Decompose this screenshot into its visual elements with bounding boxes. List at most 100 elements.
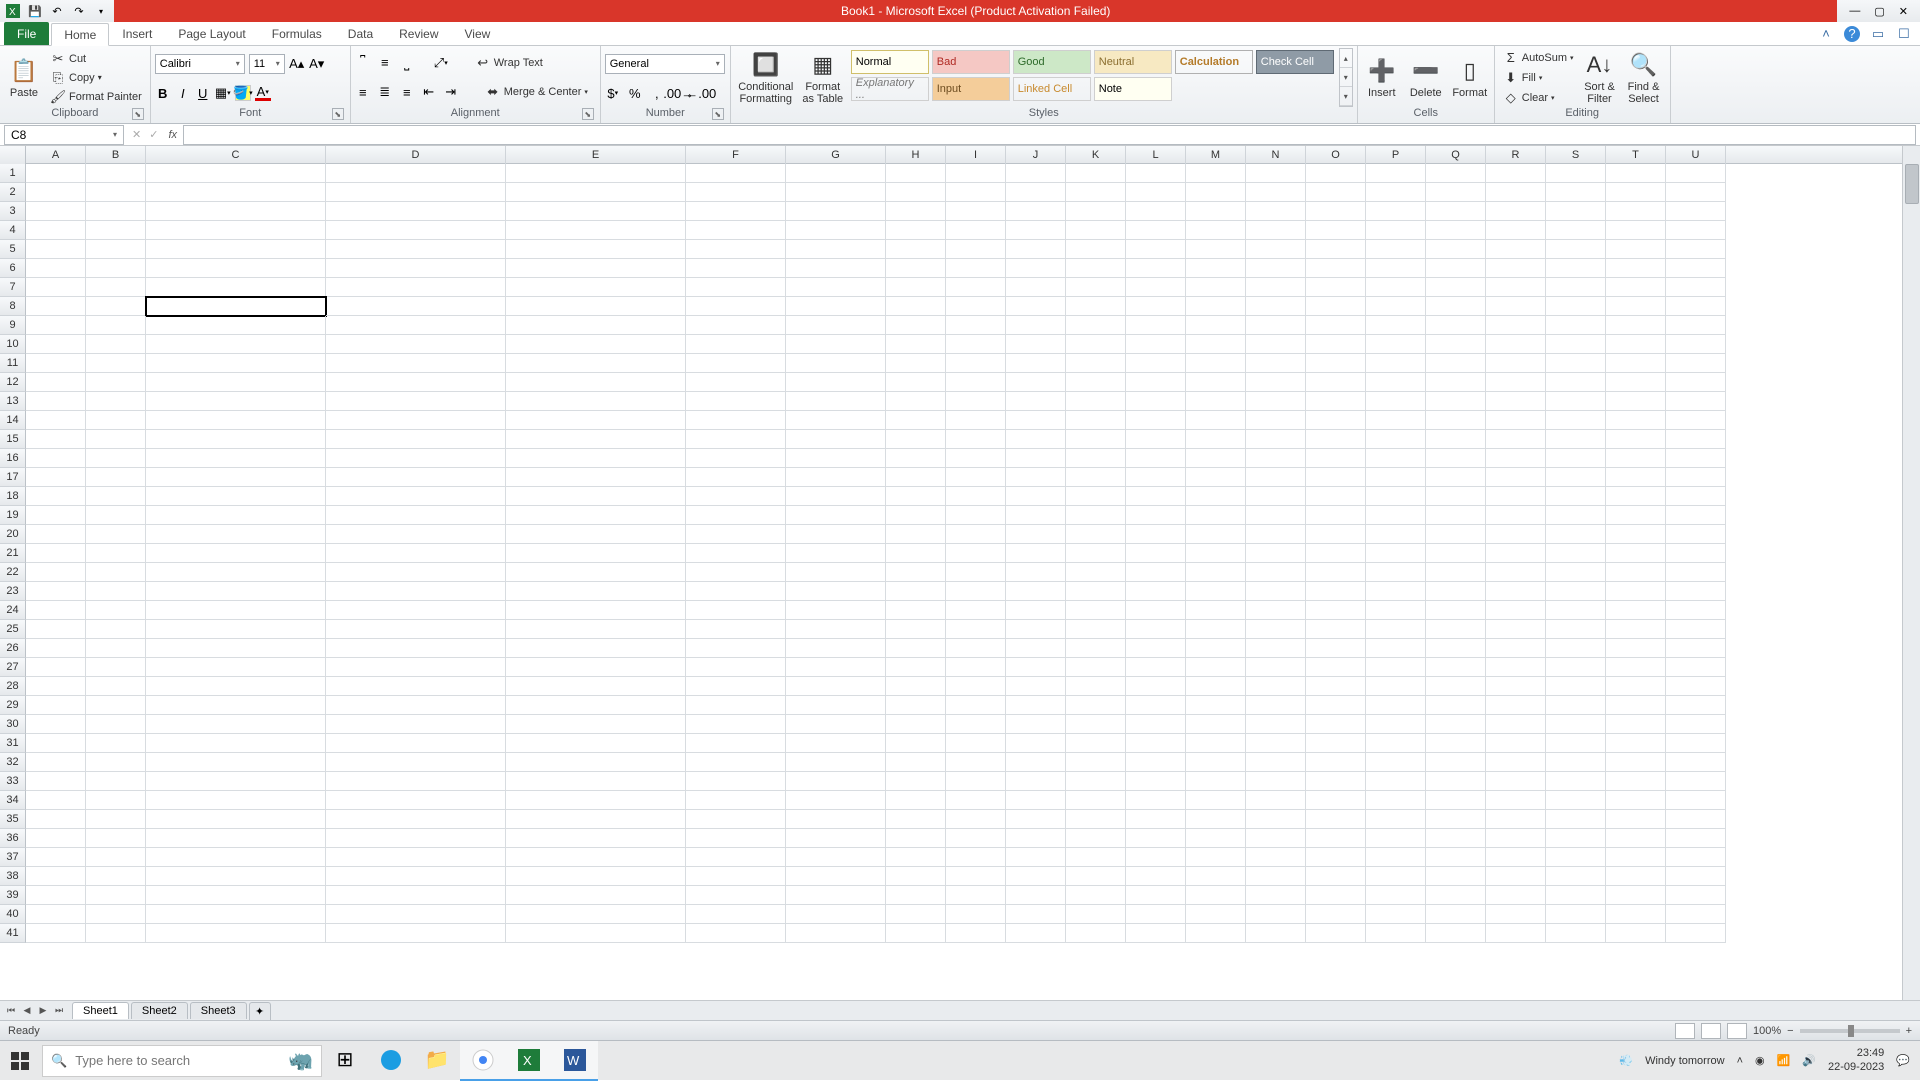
cell[interactable] bbox=[786, 240, 886, 259]
cell[interactable] bbox=[1306, 164, 1366, 183]
cell[interactable] bbox=[1306, 734, 1366, 753]
cell[interactable] bbox=[1126, 525, 1186, 544]
cell[interactable] bbox=[1606, 905, 1666, 924]
cell[interactable] bbox=[26, 848, 86, 867]
cell[interactable] bbox=[786, 829, 886, 848]
cell[interactable] bbox=[1066, 240, 1126, 259]
cell[interactable] bbox=[1306, 392, 1366, 411]
cell[interactable] bbox=[146, 696, 326, 715]
cell[interactable] bbox=[1486, 810, 1546, 829]
cell[interactable] bbox=[686, 829, 786, 848]
cell[interactable] bbox=[506, 183, 686, 202]
sheet-nav-first-icon[interactable]: ⏮ bbox=[4, 1005, 18, 1016]
cell[interactable] bbox=[1486, 772, 1546, 791]
cell[interactable] bbox=[146, 316, 326, 335]
cell[interactable] bbox=[1186, 392, 1246, 411]
cell[interactable] bbox=[1306, 487, 1366, 506]
cell[interactable] bbox=[1186, 259, 1246, 278]
cell[interactable] bbox=[1246, 316, 1306, 335]
cell[interactable] bbox=[146, 278, 326, 297]
cell[interactable] bbox=[86, 297, 146, 316]
cell[interactable] bbox=[1486, 620, 1546, 639]
cell[interactable] bbox=[86, 867, 146, 886]
cell[interactable] bbox=[506, 639, 686, 658]
cell[interactable] bbox=[686, 886, 786, 905]
borders-icon[interactable]: ▦▾ bbox=[215, 85, 231, 101]
cell[interactable] bbox=[1666, 734, 1726, 753]
cell[interactable] bbox=[786, 202, 886, 221]
cell[interactable] bbox=[1186, 221, 1246, 240]
cell[interactable] bbox=[506, 772, 686, 791]
cell[interactable] bbox=[886, 582, 946, 601]
cell[interactable] bbox=[1246, 753, 1306, 772]
cell[interactable] bbox=[1546, 772, 1606, 791]
cell[interactable] bbox=[26, 734, 86, 753]
qat-customize-icon[interactable]: ▾ bbox=[92, 2, 110, 20]
cell[interactable] bbox=[886, 392, 946, 411]
cell[interactable] bbox=[1666, 259, 1726, 278]
fill-color-icon[interactable]: 🪣▾ bbox=[235, 85, 251, 101]
cell[interactable] bbox=[1666, 563, 1726, 582]
cell[interactable] bbox=[1186, 183, 1246, 202]
gallery-down-icon[interactable]: ▾ bbox=[1340, 68, 1352, 87]
cell[interactable] bbox=[26, 468, 86, 487]
cell[interactable] bbox=[1486, 278, 1546, 297]
number-format-combo[interactable]: General▾ bbox=[605, 54, 725, 74]
cell[interactable] bbox=[1066, 430, 1126, 449]
cell[interactable] bbox=[1546, 506, 1606, 525]
cell[interactable] bbox=[26, 601, 86, 620]
cell[interactable] bbox=[1666, 468, 1726, 487]
align-left-icon[interactable]: ≡ bbox=[355, 84, 371, 100]
cell[interactable] bbox=[1066, 753, 1126, 772]
cell[interactable] bbox=[1426, 677, 1486, 696]
cell[interactable] bbox=[326, 867, 506, 886]
cell[interactable] bbox=[26, 487, 86, 506]
cell[interactable] bbox=[1066, 487, 1126, 506]
cell[interactable] bbox=[1246, 563, 1306, 582]
cell[interactable] bbox=[26, 183, 86, 202]
cell[interactable] bbox=[686, 183, 786, 202]
cell[interactable] bbox=[1426, 791, 1486, 810]
cell[interactable] bbox=[146, 734, 326, 753]
cell[interactable] bbox=[26, 658, 86, 677]
cell[interactable] bbox=[1666, 791, 1726, 810]
cell[interactable] bbox=[1366, 278, 1426, 297]
cell[interactable] bbox=[326, 468, 506, 487]
cell[interactable] bbox=[946, 867, 1006, 886]
cell[interactable] bbox=[326, 886, 506, 905]
cell[interactable] bbox=[1306, 867, 1366, 886]
cell[interactable] bbox=[1426, 867, 1486, 886]
cell[interactable] bbox=[1426, 354, 1486, 373]
cell[interactable] bbox=[326, 316, 506, 335]
cell[interactable] bbox=[326, 658, 506, 677]
cell[interactable] bbox=[1126, 715, 1186, 734]
cell[interactable] bbox=[1666, 544, 1726, 563]
cell[interactable] bbox=[506, 506, 686, 525]
cell[interactable] bbox=[1066, 297, 1126, 316]
cell[interactable] bbox=[1126, 772, 1186, 791]
cell[interactable] bbox=[1426, 164, 1486, 183]
cell[interactable] bbox=[86, 259, 146, 278]
excel-taskbar-icon[interactable]: X bbox=[506, 1041, 552, 1081]
accounting-format-icon[interactable]: $▾ bbox=[605, 85, 621, 101]
cell[interactable] bbox=[686, 639, 786, 658]
cell[interactable] bbox=[686, 696, 786, 715]
cell[interactable] bbox=[326, 620, 506, 639]
cell[interactable] bbox=[1606, 183, 1666, 202]
cell[interactable] bbox=[1066, 259, 1126, 278]
row-header-16[interactable]: 16 bbox=[0, 449, 26, 468]
cell[interactable] bbox=[1066, 620, 1126, 639]
cell[interactable] bbox=[1006, 677, 1066, 696]
cell[interactable] bbox=[1186, 810, 1246, 829]
cell[interactable] bbox=[1366, 829, 1426, 848]
paste-button[interactable]: 📋 Paste bbox=[4, 48, 44, 107]
cell[interactable] bbox=[1186, 525, 1246, 544]
cell[interactable] bbox=[1486, 221, 1546, 240]
cell[interactable] bbox=[786, 639, 886, 658]
cell[interactable] bbox=[506, 620, 686, 639]
cell[interactable] bbox=[1426, 297, 1486, 316]
cell[interactable] bbox=[1246, 848, 1306, 867]
cell[interactable] bbox=[1066, 449, 1126, 468]
cell[interactable] bbox=[506, 392, 686, 411]
cell[interactable] bbox=[686, 563, 786, 582]
